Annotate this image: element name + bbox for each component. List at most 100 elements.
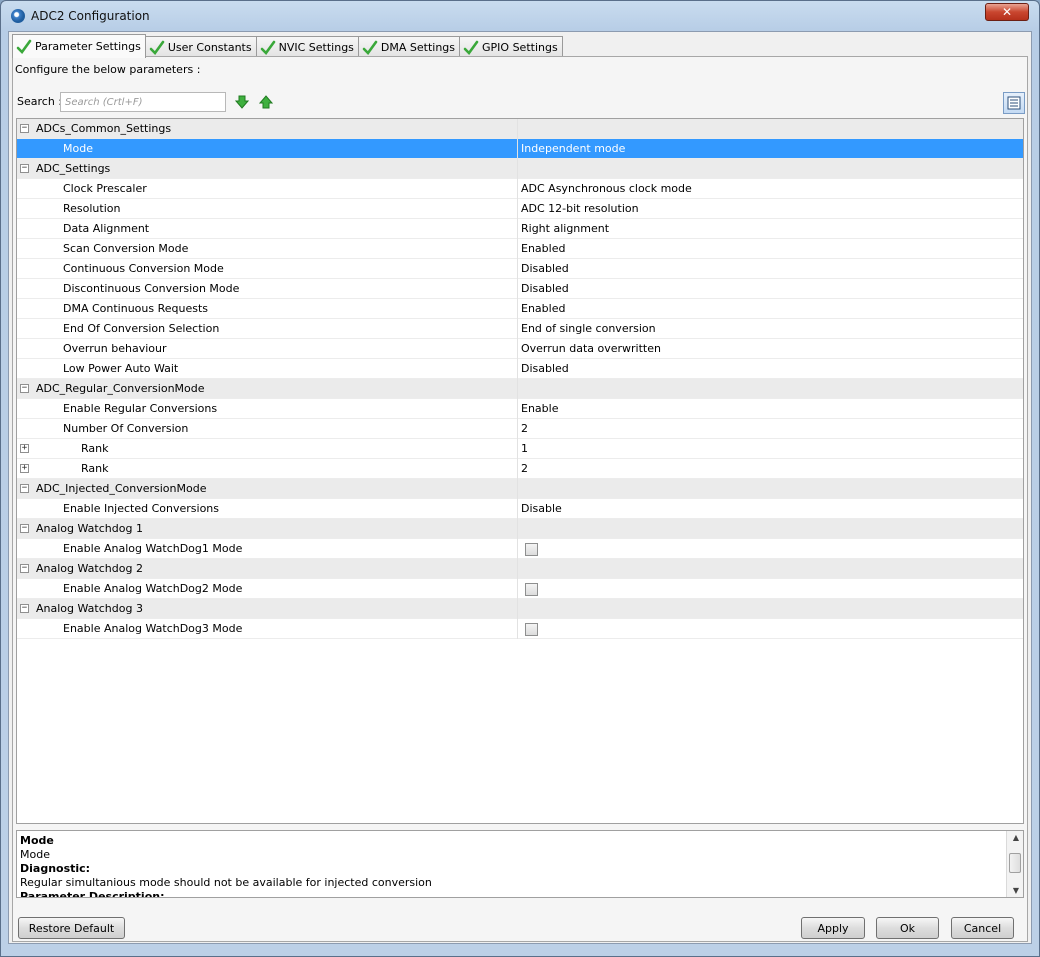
parameter-value <box>517 119 1023 139</box>
parameter-value[interactable]: ADC Asynchronous clock mode <box>517 178 1023 199</box>
tab-strip: Parameter Settings User Constants NVIC S… <box>12 34 563 58</box>
parameter-value[interactable]: Enable <box>517 398 1023 419</box>
restore-default-button[interactable]: Restore Default <box>18 917 125 939</box>
tab-dma-settings[interactable]: DMA Settings <box>357 36 461 58</box>
parameter-value <box>517 598 1023 619</box>
title-bar[interactable]: ADC2 Configuration ✕ <box>1 1 1039 31</box>
search-input[interactable] <box>60 92 226 112</box>
description-panel: Mode Mode Diagnostic: Regular simultanio… <box>16 830 1024 898</box>
parameter-value[interactable]: Independent mode <box>517 138 1023 159</box>
table-row-group[interactable]: − Analog Watchdog 2 <box>17 558 1023 579</box>
parameter-name: Analog Watchdog 3 <box>36 602 143 615</box>
table-row-group[interactable]: − Analog Watchdog 3 <box>17 598 1023 619</box>
parameter-name: DMA Continuous Requests <box>63 302 209 315</box>
arrow-down-icon[interactable] <box>235 95 249 109</box>
parameter-value[interactable]: Enabled <box>517 238 1023 259</box>
scroll-thumb[interactable] <box>1009 853 1021 873</box>
table-row[interactable]: Resolution ADC 12-bit resolution <box>17 198 1023 219</box>
close-button[interactable]: ✕ <box>985 3 1029 21</box>
table-row-selected[interactable]: Mode Independent mode <box>17 138 1023 159</box>
table-row-rank[interactable]: + Rank 1 <box>17 438 1023 459</box>
parameter-name: Rank <box>81 462 109 475</box>
parameter-value[interactable]: Enabled <box>517 298 1023 319</box>
parameter-value <box>517 518 1023 539</box>
parameter-value[interactable]: Disable <box>517 498 1023 519</box>
parameter-name: Enable Injected Conversions <box>63 502 220 515</box>
parameter-name: End Of Conversion Selection <box>63 322 220 335</box>
parameter-name: Enable Analog WatchDog1 Mode <box>63 542 243 555</box>
parameter-name: Analog Watchdog 2 <box>36 562 143 575</box>
parameter-value[interactable]: Disabled <box>517 258 1023 279</box>
table-row[interactable]: Discontinuous Conversion Mode Disabled <box>17 278 1023 299</box>
list-view-button[interactable] <box>1003 92 1025 114</box>
ok-button[interactable]: Ok <box>876 917 939 939</box>
parameter-value-cell <box>517 538 1023 559</box>
table-row[interactable]: Number Of Conversion 2 <box>17 418 1023 439</box>
table-row[interactable]: DMA Continuous Requests Enabled <box>17 298 1023 319</box>
table-row[interactable]: Low Power Auto Wait Disabled <box>17 358 1023 379</box>
parameter-name: ADC_Injected_ConversionMode <box>36 482 207 495</box>
dialog-client: Parameter Settings User Constants NVIC S… <box>8 31 1032 944</box>
parameter-value[interactable]: 2 <box>517 418 1023 439</box>
table-row[interactable]: Enable Analog WatchDog2 Mode <box>17 578 1023 599</box>
parameter-name: ADC_Regular_ConversionMode <box>36 382 205 395</box>
description-text: Mode Mode Diagnostic: Regular simultanio… <box>20 834 1001 897</box>
window-title: ADC2 Configuration <box>31 9 150 23</box>
scroll-down-icon[interactable]: ▼ <box>1013 886 1019 895</box>
table-row-group[interactable]: − ADC_Regular_ConversionMode <box>17 378 1023 399</box>
tab-nvic-settings[interactable]: NVIC Settings <box>255 36 359 58</box>
tab-parameter-settings[interactable]: Parameter Settings <box>12 34 146 58</box>
parameter-name: Number Of Conversion <box>63 422 189 435</box>
dialog-window: ADC2 Configuration ✕ Parameter Settings … <box>0 0 1040 957</box>
parameter-value[interactable]: 2 <box>517 458 1023 479</box>
table-row[interactable]: Clock Prescaler ADC Asynchronous clock m… <box>17 178 1023 199</box>
description-scrollbar[interactable]: ▲ ▼ <box>1006 831 1023 897</box>
parameter-value[interactable]: ADC 12-bit resolution <box>517 198 1023 219</box>
table-row[interactable]: Scan Conversion Mode Enabled <box>17 238 1023 259</box>
parameter-value-cell <box>517 578 1023 599</box>
parameter-value[interactable]: Disabled <box>517 278 1023 299</box>
table-row-group[interactable]: − ADC_Injected_ConversionMode <box>17 478 1023 499</box>
parameter-value <box>517 378 1023 399</box>
apply-button[interactable]: Apply <box>801 917 865 939</box>
table-row-group[interactable]: − Analog Watchdog 1 <box>17 518 1023 539</box>
table-row-group[interactable]: − ADC_Settings <box>17 158 1023 179</box>
table-row[interactable]: Continuous Conversion Mode Disabled <box>17 258 1023 279</box>
parameter-name: ADCs_Common_Settings <box>36 122 172 135</box>
parameter-value[interactable]: End of single conversion <box>517 318 1023 339</box>
parameter-name: Continuous Conversion Mode <box>63 262 224 275</box>
parameter-name: Discontinuous Conversion Mode <box>63 282 240 295</box>
table-row[interactable]: Data Alignment Right alignment <box>17 218 1023 239</box>
table-row[interactable]: Enable Injected Conversions Disable <box>17 498 1023 519</box>
check-icon <box>149 40 165 55</box>
parameter-name: Enable Regular Conversions <box>63 402 218 415</box>
check-icon <box>463 40 479 55</box>
parameter-value[interactable]: 1 <box>517 438 1023 459</box>
diagnostic-text: Regular simultanious mode should not be … <box>20 876 432 889</box>
table-row[interactable]: Enable Regular Conversions Enable <box>17 398 1023 419</box>
parameter-name: Overrun behaviour <box>63 342 167 355</box>
scroll-up-icon[interactable]: ▲ <box>1013 833 1019 842</box>
watchdog2-checkbox[interactable] <box>525 583 538 596</box>
table-row[interactable]: Enable Analog WatchDog3 Mode <box>17 618 1023 639</box>
table-row-rank[interactable]: + Rank 2 <box>17 458 1023 479</box>
check-icon <box>260 40 275 55</box>
parameter-value[interactable]: Disabled <box>517 358 1023 379</box>
arrow-up-icon[interactable] <box>259 95 273 109</box>
table-row[interactable]: End Of Conversion Selection End of singl… <box>17 318 1023 339</box>
parameter-name: Mode <box>63 142 93 155</box>
watchdog1-checkbox[interactable] <box>525 543 538 556</box>
table-row[interactable]: Enable Analog WatchDog1 Mode <box>17 538 1023 559</box>
tab-user-constants[interactable]: User Constants <box>144 36 257 58</box>
tab-label: GPIO Settings <box>482 41 558 54</box>
tab-label: DMA Settings <box>380 41 456 54</box>
table-row[interactable]: Overrun behaviour Overrun data overwritt… <box>17 338 1023 359</box>
parameter-value[interactable]: Overrun data overwritten <box>517 338 1023 359</box>
parameter-value[interactable]: Right alignment <box>517 218 1023 239</box>
tab-gpio-settings[interactable]: GPIO Settings <box>459 36 563 58</box>
watchdog3-checkbox[interactable] <box>525 623 538 636</box>
tab-label: NVIC Settings <box>278 41 354 54</box>
cancel-button[interactable]: Cancel <box>951 917 1014 939</box>
diagnostic-label: Diagnostic: <box>20 862 91 875</box>
table-row-group[interactable]: − ADCs_Common_Settings <box>17 119 1023 139</box>
